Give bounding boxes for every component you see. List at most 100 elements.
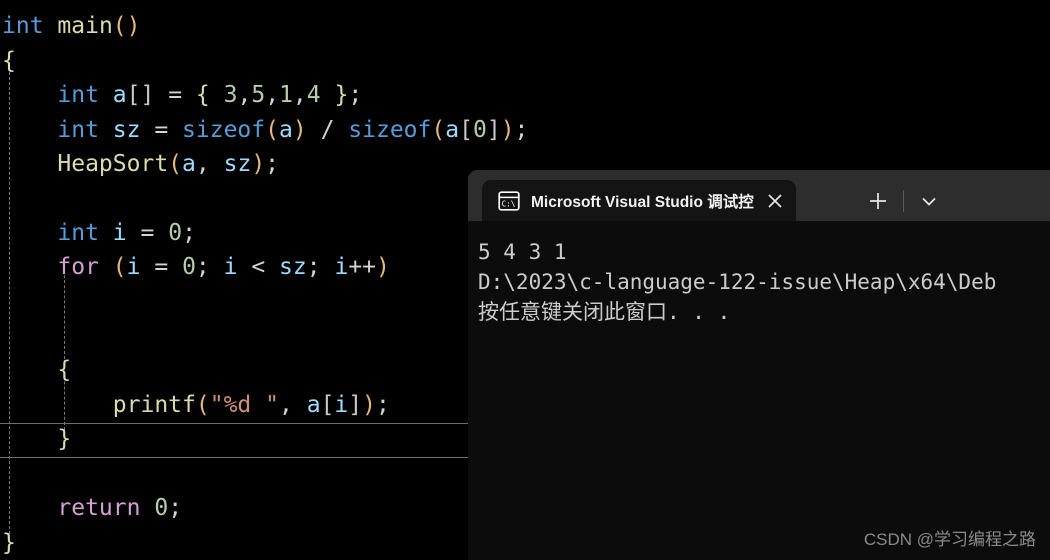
code-token: int	[57, 82, 99, 108]
close-icon	[768, 193, 782, 208]
console-output-line: 按任意键关闭此窗口. . .	[478, 300, 731, 324]
code-token: ()	[112, 13, 141, 39]
code-token: )	[376, 254, 390, 280]
code-token: 0	[182, 254, 196, 280]
code-line-text: int main()	[0, 9, 141, 44]
code-line-text: HeapSort(a, sz);	[0, 147, 279, 182]
code-line-text: {	[0, 353, 71, 388]
code-token: i	[334, 392, 349, 418]
code-token: ,	[237, 82, 252, 108]
close-tab-button[interactable]	[758, 184, 792, 218]
console-output-area[interactable]: 5 4 3 1 D:\2023\c-language-122-issue\Heap…	[468, 221, 1050, 560]
console-tab-active[interactable]: C:\ Microsoft Visual Studio 调试控	[482, 180, 796, 221]
code-token: [	[320, 392, 335, 418]
code-token: []	[126, 82, 155, 108]
console-titlebar[interactable]: C:\ Microsoft Visual Studio 调试控	[468, 170, 1050, 221]
code-line-text: {	[0, 44, 16, 79]
code-token: )	[362, 392, 376, 418]
code-line[interactable]: int sz = sizeof(a) / sizeof(a[0]);	[0, 113, 1050, 148]
code-token: for	[57, 254, 99, 280]
code-token: sz	[112, 117, 141, 143]
console-tab-strip[interactable]: C:\ Microsoft Visual Studio 调试控	[482, 180, 796, 221]
code-token: }	[334, 82, 349, 108]
code-token: sizeof	[348, 117, 432, 143]
code-line-text: for (i = 0; i < sz; i++)	[0, 250, 390, 285]
code-token: a	[182, 151, 196, 177]
code-token: 0	[154, 495, 169, 521]
code-token: a	[112, 82, 127, 108]
plus-icon	[870, 192, 886, 209]
console-tab-actions[interactable]	[858, 180, 949, 221]
new-tab-button[interactable]	[858, 180, 898, 221]
code-token: ;	[348, 82, 363, 108]
code-token: ,	[195, 151, 210, 177]
code-token: int	[2, 13, 44, 39]
code-token: 4	[306, 82, 321, 108]
code-line[interactable]: int a[] = { 3,5,1,4 };	[0, 78, 1050, 113]
screenshot-root: int main(){ int a[] = { 3,5,1,4 }; int s…	[0, 0, 1050, 560]
code-token: (	[195, 392, 210, 418]
code-token: ,	[278, 392, 293, 418]
code-token: ;	[182, 220, 196, 246]
code-token: (	[265, 117, 279, 143]
code-token: i	[112, 220, 127, 246]
code-token: ,	[265, 82, 280, 108]
code-token: int	[57, 117, 99, 143]
code-token: sizeof	[182, 117, 266, 143]
code-token: ;	[514, 117, 529, 143]
code-token: 5	[251, 82, 266, 108]
code-token: =	[126, 220, 169, 246]
code-token: sz	[223, 151, 252, 177]
code-token: )	[500, 117, 515, 143]
code-line-text: int a[] = { 3,5,1,4 };	[0, 78, 362, 113]
code-token: )	[251, 151, 266, 177]
code-line-text: printf("%d ", a[i]);	[0, 388, 390, 423]
code-token: 3	[223, 82, 238, 108]
tab-actions-divider	[903, 189, 904, 212]
code-line-text: int i = 0;	[0, 216, 196, 251]
code-token: ;	[376, 392, 390, 418]
code-token: ;	[265, 151, 280, 177]
svg-text:C:\: C:\	[502, 199, 516, 208]
code-line[interactable]: int main()	[0, 9, 1050, 44]
code-token: (	[112, 254, 127, 280]
code-token: <	[237, 254, 280, 280]
csdn-watermark: CSDN @学习编程之路	[863, 530, 1036, 549]
code-line[interactable]: {	[0, 44, 1050, 79]
code-token: [	[459, 117, 473, 143]
code-token: (	[168, 151, 183, 177]
code-token: a	[306, 392, 321, 418]
console-tab-title: Microsoft Visual Studio 调试控	[531, 193, 754, 211]
code-token: HeapSort	[57, 151, 169, 177]
code-token: 0	[472, 117, 487, 143]
code-line-text: int sz = sizeof(a) / sizeof(a[0]);	[0, 113, 528, 148]
tab-dropdown-button[interactable]	[909, 180, 949, 221]
code-token: 1	[279, 82, 293, 108]
code-token: }	[2, 530, 16, 556]
code-token: printf	[112, 392, 196, 418]
console-window[interactable]: C:\ Microsoft Visual Studio 调试控 5 4 3 1 …	[468, 170, 1050, 560]
console-output-line: 5 4 3 1	[478, 240, 567, 264]
code-token: i	[334, 254, 349, 280]
code-token: a	[445, 117, 460, 143]
code-token: )	[292, 117, 307, 143]
chevron-down-icon	[922, 197, 936, 206]
code-line-text: }	[0, 526, 16, 560]
code-token: 0	[168, 220, 183, 246]
